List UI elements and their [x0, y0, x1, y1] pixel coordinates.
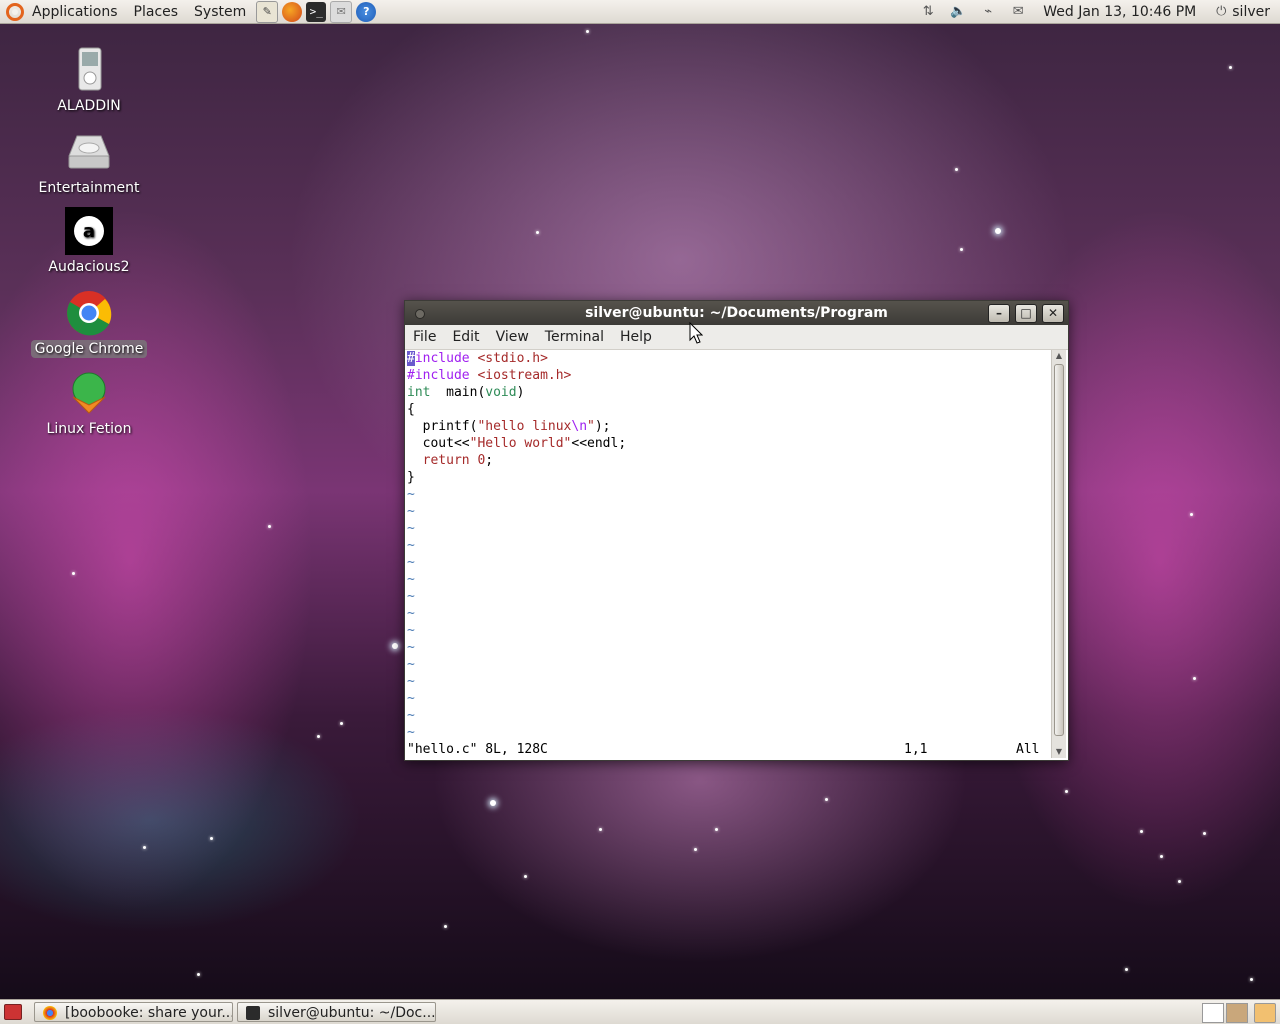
- workspace-2-icon[interactable]: [1226, 1003, 1248, 1023]
- empty-line-tilde: ~: [407, 725, 415, 740]
- empty-line-tilde: ~: [407, 572, 415, 587]
- system-tray: ⇅ 🔈 ⌁ ✉ Wed Jan 13, 10:46 PM ⏻ silver: [913, 0, 1280, 24]
- chrome-icon: [65, 289, 113, 337]
- network-icon[interactable]: ⇅: [919, 4, 937, 20]
- code-line: cout<<"Hello world"<<endl;: [407, 436, 627, 451]
- svg-text:a: a: [83, 221, 95, 242]
- fetion-icon: [65, 369, 113, 417]
- empty-line-tilde: ~: [407, 640, 415, 655]
- empty-line-tilde: ~: [407, 691, 415, 706]
- status-all: All: [1016, 742, 1040, 757]
- mouse-pointer-icon: [689, 322, 703, 344]
- status-position: 1,1: [904, 742, 928, 757]
- menu-terminal[interactable]: Terminal: [537, 329, 612, 345]
- menu-places[interactable]: Places: [126, 0, 187, 24]
- empty-line-tilde: ~: [407, 657, 415, 672]
- terminal-menubar: File Edit View Terminal Help: [405, 325, 1068, 350]
- menu-system[interactable]: System: [186, 0, 254, 24]
- user-menu[interactable]: silver: [1230, 4, 1280, 20]
- empty-line-tilde: ~: [407, 623, 415, 638]
- desktop-icon-aladdin[interactable]: ALADDIN: [24, 46, 154, 114]
- bottom-panel: [boobooke: share your... silver@ubuntu: …: [0, 999, 1280, 1024]
- audacious-icon: a: [65, 207, 113, 255]
- empty-line-tilde: ~: [407, 589, 415, 604]
- window-titlebar[interactable]: silver@ubuntu: ~/Documents/Program – □ ✕: [405, 301, 1068, 325]
- window-menu-icon[interactable]: [415, 309, 425, 319]
- empty-line-tilde: ~: [407, 606, 415, 621]
- connection-icon[interactable]: ⌁: [979, 4, 997, 20]
- desktop-icon-label: Entertainment: [38, 180, 140, 196]
- code-line: printf("hello linux\n");: [407, 419, 611, 434]
- scroll-down-icon[interactable]: ▼: [1052, 746, 1066, 758]
- status-file: "hello.c" 8L, 128C: [407, 742, 548, 757]
- menu-applications[interactable]: Applications: [24, 0, 126, 24]
- workspace-1-icon[interactable]: [1202, 1003, 1224, 1023]
- firefox-icon[interactable]: [282, 1, 303, 22]
- code-line: return 0;: [407, 453, 494, 468]
- help-icon[interactable]: ?: [356, 1, 377, 22]
- power-icon[interactable]: ⏻: [1212, 4, 1230, 20]
- code-line: #include <stdio.h>: [407, 351, 548, 366]
- terminal-scrollbar[interactable]: ▲ ▼: [1051, 350, 1066, 758]
- taskbar-item-chrome[interactable]: [boobooke: share your...: [34, 1002, 233, 1022]
- close-icon[interactable]: ✕: [1042, 304, 1064, 323]
- desktop-icon-google-chrome[interactable]: Google Chrome: [24, 289, 154, 358]
- show-desktop-icon[interactable]: [4, 1004, 22, 1020]
- scroll-thumb[interactable]: [1054, 364, 1064, 736]
- desktop-icon-audacious2[interactable]: a Audacious2: [24, 207, 154, 275]
- clock[interactable]: Wed Jan 13, 10:46 PM: [1033, 4, 1206, 20]
- task-label: silver@ubuntu: ~/Doc...: [268, 1005, 436, 1021]
- empty-line-tilde: ~: [407, 674, 415, 689]
- terminal-icon[interactable]: >_: [306, 1, 327, 22]
- desktop-icon-entertainment[interactable]: Entertainment: [24, 128, 154, 196]
- desktop-icon-label: Linux Fetion: [46, 421, 132, 437]
- menu-help[interactable]: Help: [612, 329, 660, 345]
- desktop-icon-label: Audacious2: [48, 259, 130, 275]
- desktop-icon-label: ALADDIN: [57, 98, 121, 114]
- volume-icon[interactable]: 🔈: [949, 4, 967, 20]
- window-title: silver@ubuntu: ~/Documents/Program: [585, 305, 888, 321]
- code-line: }: [407, 470, 415, 485]
- menu-view[interactable]: View: [488, 329, 537, 345]
- minimize-icon[interactable]: –: [988, 304, 1010, 323]
- taskbar-item-terminal[interactable]: silver@ubuntu: ~/Doc...: [237, 1002, 436, 1022]
- code-line: int main(void): [407, 385, 525, 400]
- top-panel: Applications Places System ✎ >_ ✉ ? ⇅ 🔈 …: [0, 0, 1280, 24]
- empty-line-tilde: ~: [407, 708, 415, 723]
- menu-edit[interactable]: Edit: [444, 329, 487, 345]
- empty-line-tilde: ~: [407, 555, 415, 570]
- text-editor-icon[interactable]: ✎: [256, 0, 279, 23]
- empty-line-tilde: ~: [407, 487, 415, 502]
- maximize-icon[interactable]: □: [1015, 304, 1037, 323]
- empty-line-tilde: ~: [407, 521, 415, 536]
- drive-icon: [65, 128, 113, 176]
- code-line: {: [407, 402, 415, 417]
- scroll-up-icon[interactable]: ▲: [1052, 350, 1066, 362]
- task-label: [boobooke: share your...: [65, 1005, 233, 1021]
- terminal-window[interactable]: silver@ubuntu: ~/Documents/Program – □ ✕…: [404, 300, 1069, 761]
- email-icon[interactable]: ✉: [330, 0, 353, 23]
- chrome-icon: [43, 1006, 57, 1020]
- ubuntu-logo-icon[interactable]: [6, 2, 24, 21]
- desktop-icon-label: Google Chrome: [30, 340, 148, 358]
- empty-line-tilde: ~: [407, 538, 415, 553]
- desktop-icon-linux-fetion[interactable]: Linux Fetion: [24, 369, 154, 437]
- media-player-icon: [65, 46, 113, 94]
- code-line: #include <iostream.h>: [407, 368, 572, 383]
- mail-indicator-icon[interactable]: ✉: [1009, 4, 1027, 20]
- terminal-screen[interactable]: #include <stdio.h> #include <iostream.h> i…: [407, 350, 1050, 758]
- trash-icon[interactable]: [1254, 1003, 1276, 1023]
- menu-file[interactable]: File: [405, 329, 444, 345]
- terminal-icon: [246, 1006, 260, 1020]
- empty-line-tilde: ~: [407, 504, 415, 519]
